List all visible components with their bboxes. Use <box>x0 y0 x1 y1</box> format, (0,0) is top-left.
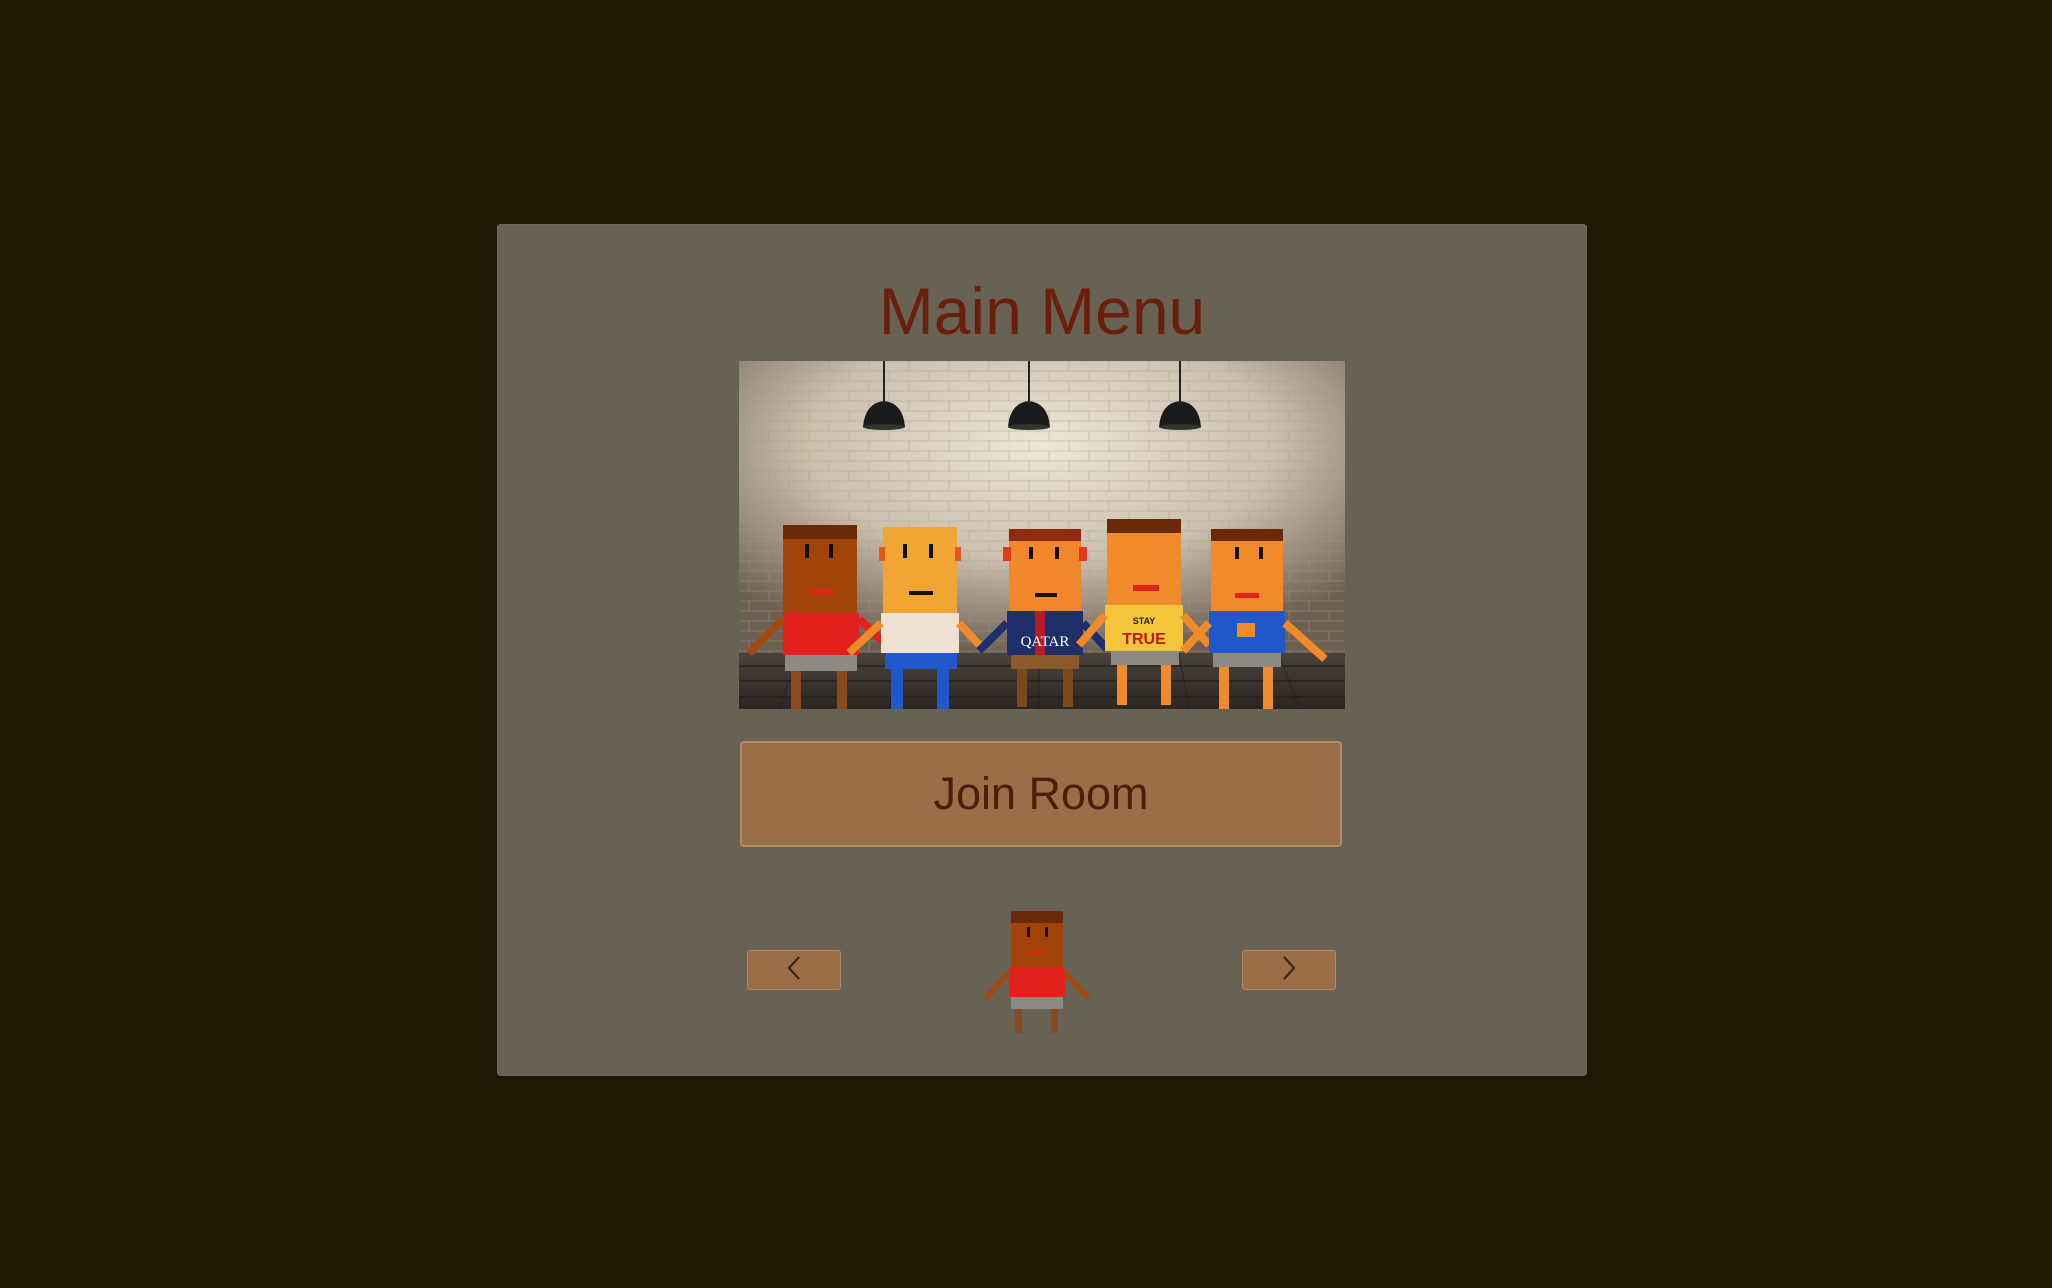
chevron-right-icon <box>1281 955 1297 986</box>
next-character-button[interactable] <box>1242 950 1336 990</box>
chevron-left-icon <box>786 955 802 986</box>
character-preview <box>975 909 1101 1035</box>
join-room-button[interactable]: Join Room <box>740 741 1342 847</box>
shirt-text: TRUE <box>1122 631 1166 648</box>
shirt-text: QATAR <box>1021 634 1070 650</box>
character-shirt <box>1009 967 1065 997</box>
main-menu-panel: Main Menu QATAR STAY TRUE Join Room <box>497 224 1587 1076</box>
previous-character-button[interactable] <box>747 950 841 990</box>
page-title: Main Menu <box>878 274 1206 348</box>
shirt-text: STAY <box>1133 616 1156 626</box>
hero-image: QATAR STAY TRUE <box>739 361 1345 709</box>
